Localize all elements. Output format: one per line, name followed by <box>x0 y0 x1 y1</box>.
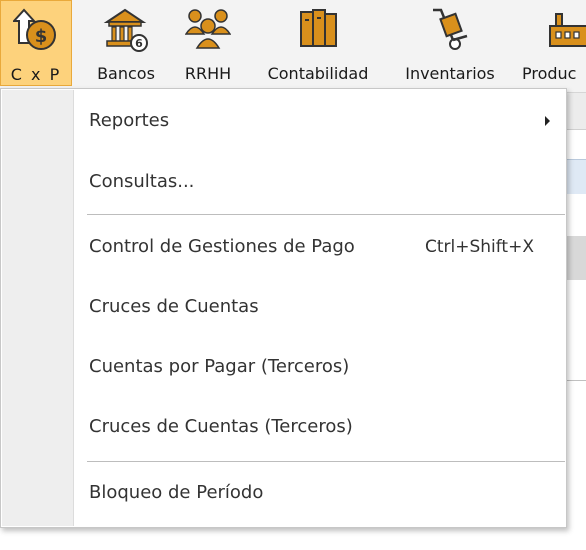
svg-text:6: 6 <box>135 37 143 50</box>
tab-label: Bancos <box>97 64 155 83</box>
menu-item-label: Consultas... <box>89 171 195 192</box>
money-up-icon: $ <box>11 7 59 53</box>
background-panel <box>566 236 586 280</box>
factory-icon <box>548 6 586 52</box>
menu-item-label: Cruces de Cuentas <box>89 296 259 317</box>
bank-icon: 6 <box>103 6 149 52</box>
menu-item-control-gestiones-pago[interactable]: Control de Gestiones de Pago Ctrl+Shift+… <box>89 227 550 267</box>
background-panel <box>566 159 586 194</box>
menu-item-bloqueo-periodo[interactable]: Bloqueo de Período <box>89 473 550 513</box>
menu-item-shortcut: Ctrl+Shift+X <box>424 237 534 257</box>
tab-label: Inventarios <box>405 64 495 83</box>
tab-rrhh[interactable]: RRHH <box>174 0 242 88</box>
menu-item-label: Control de Gestiones de Pago <box>89 236 355 257</box>
submenu-arrow-icon <box>545 116 550 126</box>
menu-item-label: Bloqueo de Período <box>89 482 264 503</box>
ribbon-bar: $ C x P 6 Bancos RRHH Contabilidad Inven… <box>0 0 586 93</box>
tab-bancos[interactable]: 6 Bancos <box>88 0 164 88</box>
menu-icon-gutter <box>2 90 74 526</box>
menu-item-label: Cruces de Cuentas (Terceros) <box>89 416 353 437</box>
tab-label: C x P <box>10 65 62 84</box>
tab-cxp[interactable]: $ C x P <box>0 0 72 86</box>
tab-inventarios[interactable]: Inventarios <box>392 0 508 88</box>
tab-produccion[interactable]: Produc <box>516 0 586 88</box>
menu-separator <box>87 461 565 462</box>
menu-item-cruces-cuentas[interactable]: Cruces de Cuentas <box>89 287 550 327</box>
ledger-books-icon <box>295 6 341 52</box>
menu-item-label: Reportes <box>89 110 170 131</box>
menu-item-label: Cuentas por Pagar (Terceros) <box>89 356 350 377</box>
people-icon <box>184 6 232 52</box>
cxp-dropdown-menu: Reportes Consultas... Control de Gestion… <box>0 88 567 528</box>
tab-contabilidad[interactable]: Contabilidad <box>252 0 384 88</box>
background-panel <box>566 129 586 160</box>
tab-label: Contabilidad <box>267 64 369 83</box>
menu-item-reportes[interactable]: Reportes <box>89 101 550 141</box>
svg-text:$: $ <box>35 26 48 47</box>
hand-truck-icon <box>427 6 473 52</box>
menu-item-cruces-cuentas-terceros[interactable]: Cruces de Cuentas (Terceros) <box>89 407 550 447</box>
menu-item-consultas[interactable]: Consultas... <box>89 162 550 202</box>
background-panel <box>566 93 586 129</box>
menu-item-cuentas-pagar-terceros[interactable]: Cuentas por Pagar (Terceros) <box>89 347 550 387</box>
menu-separator <box>87 214 565 215</box>
tab-label: Produc <box>522 64 577 83</box>
tab-label: RRHH <box>184 64 232 83</box>
background-divider <box>566 380 586 381</box>
